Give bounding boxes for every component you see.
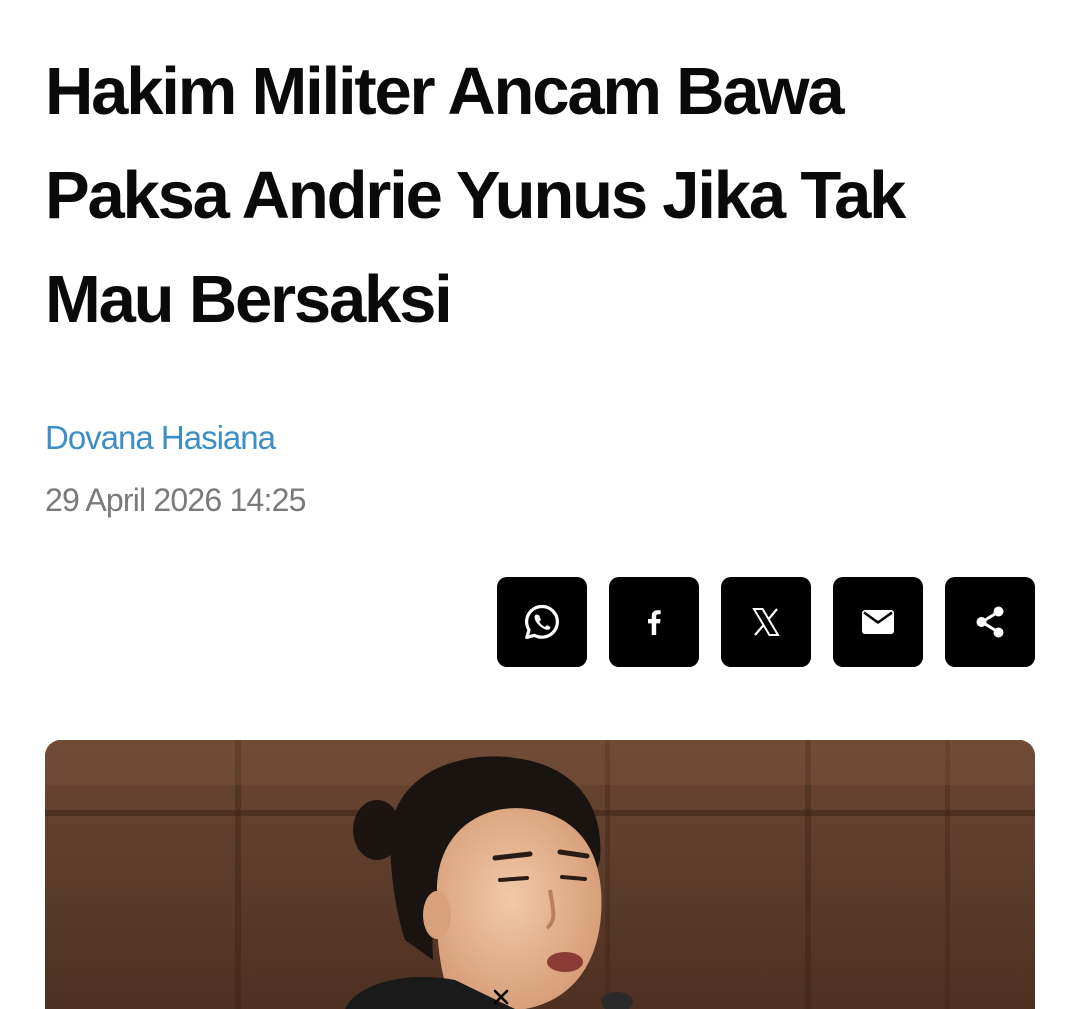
ad-close-button[interactable]	[490, 986, 512, 1008]
share-whatsapp-button[interactable]	[497, 577, 587, 667]
facebook-icon	[648, 610, 661, 635]
hero-photo	[45, 740, 1035, 1009]
article-hero-image	[45, 740, 1035, 1009]
share-x-button[interactable]	[721, 577, 811, 667]
article: Hakim Militer Ancam Bawa Paksa Andrie Yu…	[45, 0, 1035, 1009]
whatsapp-icon	[525, 604, 559, 639]
author-link[interactable]: Dovana Hasiana	[45, 416, 276, 460]
share-icon	[976, 606, 1004, 638]
x-icon	[752, 608, 780, 636]
close-icon	[493, 989, 509, 1005]
mail-icon	[862, 610, 894, 634]
publish-date: 29 April 2026 14:25	[45, 482, 306, 518]
article-headline: Hakim Militer Ancam Bawa Paksa Andrie Yu…	[45, 54, 906, 337]
share-more-button[interactable]	[945, 577, 1035, 667]
share-mail-button[interactable]	[833, 577, 923, 667]
share-facebook-button[interactable]	[609, 577, 699, 667]
share-buttons	[497, 577, 1035, 667]
